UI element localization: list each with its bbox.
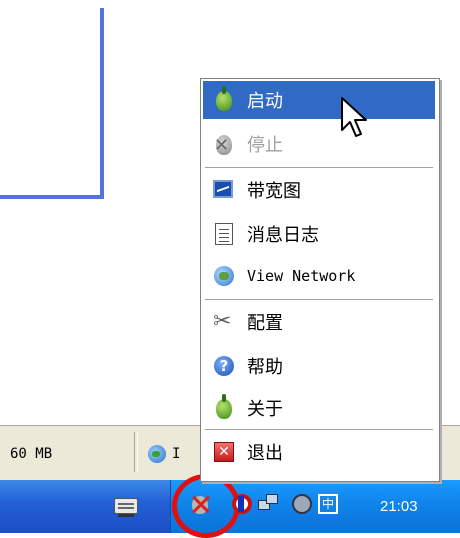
menu-item-stop[interactable]: 停止 [203, 125, 435, 163]
exit-icon: ✕ [211, 439, 237, 465]
menu-item-view-network[interactable]: View Network [203, 257, 435, 295]
internet-globe-icon [148, 445, 166, 463]
menu-separator [205, 429, 433, 431]
menu-item-label: 停止 [247, 135, 283, 156]
tray-context-menu: 启动 停止 带宽图 消息日志 View Network ✂ 配置 ? 帮助 关于… [200, 78, 440, 482]
menu-item-label: 退出 [247, 443, 283, 464]
menu-item-label: 带宽图 [247, 181, 301, 202]
tor-onion-disabled-icon [211, 131, 237, 157]
memory-usage: 60 MB [10, 446, 53, 462]
tools-icon: ✂ [213, 309, 232, 334]
menu-item-label: 消息日志 [247, 225, 319, 246]
menu-separator [205, 167, 433, 169]
help-icon: ? [211, 353, 237, 379]
antivirus-icon[interactable] [232, 494, 252, 514]
status-network: I [148, 440, 180, 468]
menu-item-label: View Network [247, 267, 356, 285]
annotation-circle [172, 474, 240, 538]
menu-item-settings[interactable]: ✂ 配置 [203, 303, 435, 341]
menu-item-help[interactable]: ? 帮助 [203, 347, 435, 385]
network-connection-icon[interactable] [258, 494, 278, 514]
window-border-horizontal [0, 195, 104, 199]
menu-item-about[interactable]: 关于 [203, 389, 435, 427]
mouse-cursor-icon [341, 97, 367, 137]
menu-item-label: 关于 [247, 399, 283, 420]
keyboard-icon[interactable] [114, 498, 138, 514]
status-network-label: I [172, 446, 181, 462]
globe-icon [211, 263, 237, 289]
menu-item-bandwidth-graph[interactable]: 带宽图 [203, 171, 435, 209]
message-log-icon [211, 221, 237, 247]
window-border-vertical [100, 8, 104, 198]
bandwidth-graph-icon [211, 177, 237, 203]
menu-item-label: 帮助 [247, 357, 283, 378]
status-separator [134, 432, 138, 472]
menu-item-label: 启动 [247, 91, 283, 112]
menu-separator [205, 299, 433, 301]
tor-onion-green-icon [211, 394, 237, 421]
menu-item-exit[interactable]: ✕ 退出 [203, 433, 435, 471]
tor-onion-green-icon [211, 86, 237, 113]
keyboard-stand [118, 514, 134, 517]
clock[interactable]: 21:03 [380, 480, 418, 533]
menu-item-message-log[interactable]: 消息日志 [203, 215, 435, 253]
audio-icon[interactable] [292, 494, 312, 514]
ime-icon[interactable]: 中 [318, 494, 338, 514]
menu-item-start[interactable]: 启动 [203, 81, 435, 119]
menu-item-label: 配置 [247, 313, 283, 334]
